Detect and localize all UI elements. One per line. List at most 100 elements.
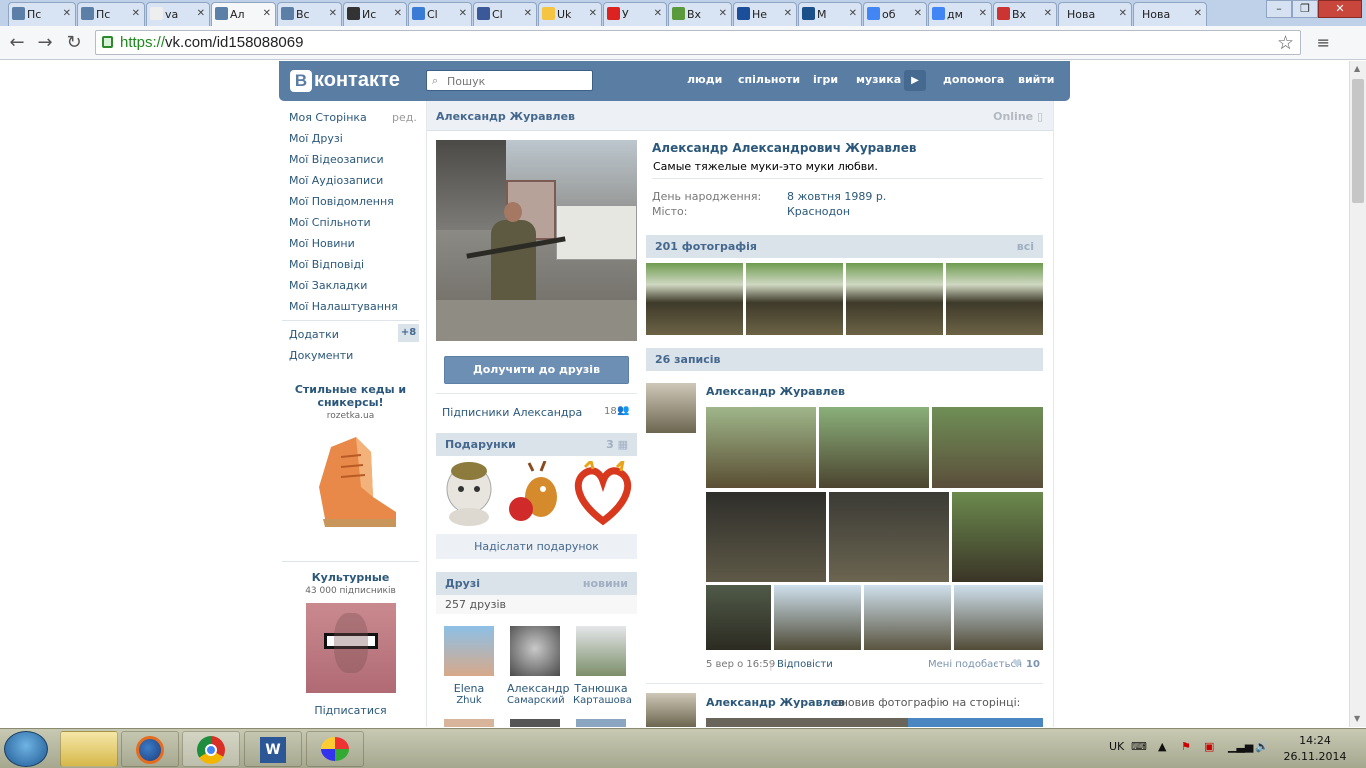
- browser-tab[interactable]: va ✕: [146, 2, 210, 26]
- nav-music[interactable]: музика: [856, 73, 901, 86]
- heart-icon[interactable]: ♥: [1012, 657, 1022, 670]
- browser-tab[interactable]: Нова ✕: [1133, 2, 1207, 26]
- photos-all-link[interactable]: всі: [1017, 240, 1034, 253]
- browser-tab[interactable]: Cl ✕: [473, 2, 537, 26]
- close-tab-icon[interactable]: ✕: [329, 8, 337, 19]
- play-icon[interactable]: ▶: [904, 70, 926, 91]
- close-tab-icon[interactable]: ✕: [459, 8, 467, 19]
- menu-apps[interactable]: Додатки: [289, 328, 339, 341]
- nav-games[interactable]: ігри: [813, 73, 838, 86]
- menu-my-page[interactable]: Моя Сторінка: [289, 111, 367, 124]
- network-icon[interactable]: ▁▃▅: [1228, 740, 1253, 753]
- action-center-icon[interactable]: ⚑: [1181, 740, 1191, 753]
- post-photo[interactable]: [932, 407, 1043, 488]
- chrome-icon[interactable]: [182, 731, 240, 767]
- post-photo[interactable]: [706, 585, 771, 650]
- keyboard-icon[interactable]: ⌨: [1131, 740, 1147, 753]
- friend-name[interactable]: Танюшка Карташова: [573, 682, 632, 706]
- browser-tab[interactable]: Ал ✕: [211, 2, 276, 27]
- volume-icon[interactable]: 🔊: [1255, 740, 1269, 753]
- friend-avatar[interactable]: [510, 626, 560, 676]
- post-photo[interactable]: [829, 492, 949, 582]
- send-gift-button[interactable]: Надіслати подарунок: [436, 534, 637, 559]
- browser-tab[interactable]: Вх ✕: [668, 2, 732, 26]
- firefox-icon[interactable]: [121, 731, 179, 767]
- close-tab-icon[interactable]: ✕: [719, 8, 727, 19]
- ad-block-sneakers[interactable]: Стильные кеды и сникерсы! rozetka.ua: [282, 383, 419, 540]
- close-tab-icon[interactable]: ✕: [197, 8, 205, 19]
- add-friend-button[interactable]: Долучити до друзів: [444, 356, 629, 384]
- profile-avatar[interactable]: [436, 140, 637, 341]
- post-photo[interactable]: [954, 585, 1043, 650]
- menu-communities[interactable]: Мої Спільноти: [289, 216, 371, 229]
- menu-icon[interactable]: ≡: [1317, 33, 1330, 52]
- page-scrollbar[interactable]: ▲ ▼: [1349, 61, 1366, 727]
- close-tab-icon[interactable]: ✕: [589, 8, 597, 19]
- browser-tab[interactable]: Нова ✕: [1058, 2, 1132, 26]
- city-value[interactable]: Краснодон: [787, 205, 850, 218]
- browser-tab[interactable]: Вс ✕: [277, 2, 342, 26]
- browser-tab[interactable]: У ✕: [603, 2, 667, 26]
- close-tab-icon[interactable]: ✕: [784, 8, 792, 19]
- reply-link[interactable]: Відповісти: [777, 659, 833, 670]
- vk-logo[interactable]: Вконтакте: [290, 69, 400, 92]
- close-tab-icon[interactable]: ✕: [132, 8, 140, 19]
- profile-status[interactable]: Самые тяжелые муки-это муки любви.: [653, 160, 878, 173]
- followers-link[interactable]: Підписники Александра: [442, 406, 582, 419]
- close-tab-icon[interactable]: ✕: [263, 8, 271, 19]
- close-tab-icon[interactable]: ✕: [1194, 8, 1202, 19]
- browser-tab[interactable]: дм ✕: [928, 2, 992, 26]
- post-date[interactable]: 5 вер о 16:59: [706, 659, 775, 670]
- nav-communities[interactable]: спільноти: [738, 73, 800, 86]
- browser-tab[interactable]: Вх ✕: [993, 2, 1057, 26]
- friend-avatar[interactable]: [444, 719, 494, 727]
- explorer-icon[interactable]: [60, 731, 118, 767]
- bookmark-star-icon[interactable]: ☆: [1277, 32, 1294, 54]
- friends-header[interactable]: Друзі новини: [436, 572, 637, 595]
- menu-documents[interactable]: Документи: [289, 349, 353, 362]
- start-button[interactable]: [4, 731, 48, 767]
- menu-audio[interactable]: Мої Аудіозаписи: [289, 174, 383, 187]
- profile-photo-thumb[interactable]: [746, 263, 843, 335]
- paint-icon[interactable]: [306, 731, 364, 767]
- close-tab-icon[interactable]: ✕: [914, 8, 922, 19]
- profile-photo-thumb[interactable]: [646, 263, 743, 335]
- friend-avatar[interactable]: [576, 719, 626, 727]
- menu-news[interactable]: Мої Новини: [289, 237, 355, 250]
- close-tab-icon[interactable]: ✕: [63, 8, 71, 19]
- friend-name[interactable]: Elena Zhuk: [441, 682, 497, 706]
- post-author[interactable]: Александр Журавлев: [706, 385, 845, 398]
- browser-tab[interactable]: Пс ✕: [8, 2, 76, 26]
- scroll-up-icon[interactable]: ▲: [1354, 64, 1360, 73]
- update-icon[interactable]: ▣: [1204, 740, 1214, 753]
- gifts-header[interactable]: Подарунки 3 ▦: [436, 433, 637, 456]
- menu-settings[interactable]: Мої Налаштування: [289, 300, 398, 313]
- nav-help[interactable]: допомога: [943, 73, 1004, 86]
- post-photo[interactable]: [706, 492, 826, 582]
- friend-avatar[interactable]: [444, 626, 494, 676]
- post-photo[interactable]: [819, 407, 929, 488]
- close-window-button[interactable]: ✕: [1318, 0, 1362, 18]
- browser-tab[interactable]: Пс ✕: [77, 2, 145, 26]
- menu-messages[interactable]: Мої Повідомлення: [289, 195, 394, 208]
- browser-tab[interactable]: Uk ✕: [538, 2, 602, 26]
- close-tab-icon[interactable]: ✕: [979, 8, 987, 19]
- post-photo[interactable]: [774, 585, 861, 650]
- scrollbar-thumb[interactable]: [1352, 79, 1364, 203]
- menu-replies[interactable]: Мої Відповіді: [289, 258, 364, 271]
- forward-icon[interactable]: →: [34, 32, 56, 53]
- post-photo[interactable]: [706, 718, 1043, 727]
- menu-friends[interactable]: Мої Друзі: [289, 132, 343, 145]
- close-tab-icon[interactable]: ✕: [1044, 8, 1052, 19]
- post-author-avatar[interactable]: [646, 383, 696, 433]
- birthday-value[interactable]: 8 жовтня 1989 р.: [787, 190, 886, 203]
- post-author-avatar[interactable]: [646, 693, 696, 727]
- nav-people[interactable]: люди: [687, 73, 722, 86]
- word-icon[interactable]: W: [244, 731, 302, 767]
- close-tab-icon[interactable]: ✕: [849, 8, 857, 19]
- system-clock[interactable]: 14:24 26.11.2014: [1280, 733, 1350, 765]
- ad-block-community[interactable]: Культурные 43 000 підписників Підписатис…: [282, 571, 419, 717]
- address-bar[interactable]: https://vk.com/id158088069 ☆: [95, 30, 1301, 55]
- friends-news-link[interactable]: новини: [583, 577, 628, 590]
- tray-expand-icon[interactable]: ▲: [1158, 740, 1166, 753]
